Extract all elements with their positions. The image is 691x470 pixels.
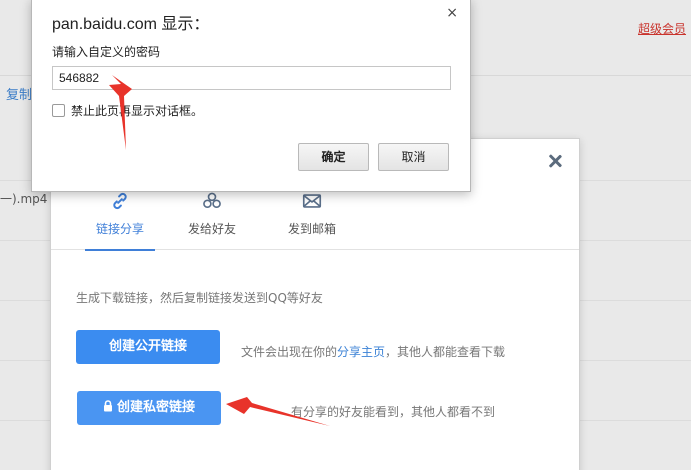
create-public-link-label: 创建公开链接 bbox=[108, 339, 187, 354]
link-icon bbox=[113, 192, 127, 210]
suppress-dialog-checkbox[interactable] bbox=[52, 104, 65, 117]
mail-icon bbox=[302, 194, 322, 208]
create-private-link-label: 创建私密链接 bbox=[116, 400, 195, 415]
tab-friend-label: 发给好友 bbox=[187, 222, 236, 236]
tab-mail-label: 发到邮箱 bbox=[287, 222, 336, 236]
tab-link-share[interactable]: 链接分享 bbox=[85, 184, 155, 251]
share-description: 生成下载链接，然后复制链接发送到QQ等好友 bbox=[76, 291, 323, 305]
share-tabs: 链接分享 发给好友 发到邮箱 bbox=[51, 184, 579, 251]
prompt-close-icon[interactable]: × bbox=[446, 5, 458, 21]
friends-icon bbox=[203, 192, 221, 209]
prompt-title: pan.baidu.com 显示： bbox=[52, 16, 210, 33]
close-icon[interactable] bbox=[547, 153, 563, 169]
active-tab-indicator bbox=[85, 249, 155, 251]
private-link-note: 有分享的好友能看到，其他人都看不到 bbox=[291, 405, 496, 419]
tab-link-label: 链接分享 bbox=[95, 222, 144, 236]
suppress-dialog-option[interactable]: 禁止此页再显示对话框。 bbox=[52, 102, 203, 119]
browser-prompt-dialog: pan.baidu.com 显示： × 请输入自定义的密码 禁止此页再显示对话框… bbox=[31, 0, 471, 192]
background-file-name: 一).mp4 bbox=[0, 192, 48, 206]
public-note-suffix: ，其他人都能查看下载 bbox=[385, 345, 506, 359]
tab-send-friend[interactable]: 发给好友 bbox=[177, 184, 247, 250]
cancel-button[interactable]: 取消 bbox=[378, 143, 449, 171]
lock-icon bbox=[103, 400, 112, 412]
public-link-note: 文件会出现在你的分享主页，其他人都能查看下载 bbox=[241, 343, 505, 360]
background-copy-link[interactable]: 复制 bbox=[6, 84, 32, 103]
suppress-dialog-label: 禁止此页再显示对话框。 bbox=[71, 104, 204, 118]
prompt-message: 请输入自定义的密码 bbox=[52, 45, 161, 59]
ok-button[interactable]: 确定 bbox=[298, 143, 369, 171]
create-public-link-button[interactable]: 创建公开链接 bbox=[76, 330, 220, 364]
background-vip-link[interactable]: 超级会员 bbox=[638, 20, 686, 37]
create-private-link-button[interactable]: 创建私密链接 bbox=[77, 391, 221, 425]
tab-send-mail[interactable]: 发到邮箱 bbox=[277, 184, 347, 250]
public-note-prefix: 文件会出现在你的 bbox=[241, 345, 338, 359]
share-homepage-link[interactable]: 分享主页 bbox=[337, 345, 385, 359]
password-input[interactable] bbox=[52, 66, 451, 90]
